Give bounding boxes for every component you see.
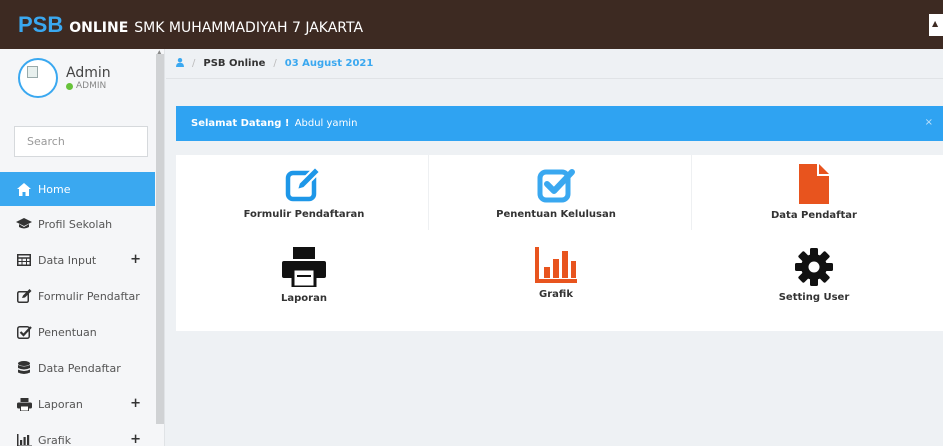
sidebar-item-label: Data Input bbox=[38, 253, 97, 267]
shortcut-panel: Formulir Pendaftaran Penentuan Kelulusan… bbox=[176, 155, 943, 331]
tile-setting-user[interactable]: Setting User bbox=[754, 248, 874, 303]
brand-school-name: SMK MUHAMMADIYAH 7 JAKARTA bbox=[134, 19, 364, 36]
tile-label: Grafik bbox=[539, 289, 573, 300]
divider bbox=[428, 155, 429, 230]
user-icon[interactable] bbox=[176, 57, 184, 70]
alert-user-name: Abdul yamin bbox=[294, 118, 358, 129]
check-square-icon bbox=[537, 169, 575, 203]
tile-penentuan-kelulusan[interactable]: Penentuan Kelulusan bbox=[496, 167, 616, 220]
sidebar-item-label: Home bbox=[38, 182, 71, 196]
tile-grafik[interactable]: Grafik bbox=[496, 247, 616, 300]
user-name: Admin bbox=[66, 65, 111, 81]
sidebar-scrollbar[interactable] bbox=[156, 54, 164, 424]
expand-plus-icon[interactable]: + bbox=[130, 396, 141, 411]
home-icon bbox=[16, 182, 32, 196]
edit-icon bbox=[16, 289, 32, 303]
tile-label: Formulir Pendaftaran bbox=[243, 209, 365, 220]
graduation-cap-icon bbox=[16, 218, 32, 230]
sidebar-item-grafik[interactable]: Grafik + bbox=[0, 422, 155, 446]
breadcrumb-item-psb-online[interactable]: PSB Online bbox=[203, 58, 265, 69]
print-icon bbox=[16, 397, 32, 411]
breadcrumb: / PSB Online / 03 August 2021 bbox=[166, 49, 943, 79]
top-navbar: PSB ONLINE SMK MUHAMMADIYAH 7 JAKARTA bbox=[0, 0, 943, 49]
breadcrumb-separator: / bbox=[192, 58, 196, 69]
sidebar-item-home[interactable]: Home bbox=[0, 172, 155, 206]
sidebar-nav: Home Profil Sekolah Data Input + Formuli… bbox=[0, 172, 155, 446]
avatar bbox=[18, 58, 58, 98]
tile-label: Setting User bbox=[778, 292, 850, 303]
check-square-icon bbox=[16, 325, 32, 339]
close-icon[interactable]: × bbox=[925, 117, 933, 128]
sidebar-item-laporan[interactable]: Laporan + bbox=[0, 386, 155, 422]
user-menu-button[interactable] bbox=[929, 14, 943, 36]
brand-psb: PSB bbox=[18, 11, 64, 37]
expand-plus-icon[interactable]: + bbox=[130, 252, 141, 267]
user-role-label: ADMIN bbox=[76, 81, 107, 91]
edit-icon bbox=[285, 165, 322, 202]
tile-laporan[interactable]: Laporan bbox=[244, 247, 364, 304]
expand-plus-icon[interactable]: + bbox=[130, 432, 141, 446]
sidebar-item-label: Data Pendaftar bbox=[38, 361, 121, 375]
table-icon bbox=[16, 254, 32, 266]
sidebar-item-label: Formulir Pendaftar bbox=[38, 289, 140, 303]
breadcrumb-separator: / bbox=[273, 58, 277, 69]
sidebar-item-label: Laporan bbox=[38, 397, 83, 411]
alert-bold-text: Selamat Datang ! bbox=[191, 118, 290, 129]
tile-label: Laporan bbox=[281, 293, 327, 304]
search-input[interactable]: Search bbox=[14, 126, 148, 157]
tile-label: Penentuan Kelulusan bbox=[496, 209, 616, 220]
tile-label: Data Pendaftar bbox=[770, 210, 857, 221]
sidebar-item-formulir-pendaftar[interactable]: Formulir Pendaftar bbox=[0, 278, 155, 314]
sidebar-item-label: Penentuan bbox=[38, 325, 97, 339]
brand-logo[interactable]: PSB ONLINE SMK MUHAMMADIYAH 7 JAKARTA bbox=[0, 12, 363, 38]
tile-data-pendaftar[interactable]: Data Pendaftar bbox=[754, 164, 874, 221]
gear-icon bbox=[795, 248, 833, 286]
sidebar-item-data-pendaftar[interactable]: Data Pendaftar bbox=[0, 350, 155, 386]
online-status-icon bbox=[66, 82, 73, 90]
brand-online: ONLINE bbox=[69, 19, 129, 36]
file-icon bbox=[799, 164, 829, 204]
sidebar-item-data-input[interactable]: Data Input + bbox=[0, 242, 155, 278]
welcome-alert: Selamat Datang ! Abdul yamin × bbox=[176, 106, 943, 141]
sidebar-item-label: Profil Sekolah bbox=[38, 217, 113, 231]
divider bbox=[691, 155, 692, 230]
bar-chart-icon bbox=[16, 433, 32, 446]
broken-image-icon bbox=[27, 66, 38, 78]
print-icon bbox=[282, 247, 326, 287]
breadcrumb-date: 03 August 2021 bbox=[284, 58, 374, 69]
tile-formulir-pendaftaran[interactable]: Formulir Pendaftaran bbox=[244, 165, 364, 220]
sidebar-item-penentuan[interactable]: Penentuan bbox=[0, 314, 155, 350]
bar-chart-icon bbox=[535, 247, 577, 283]
user-role: ADMIN bbox=[66, 81, 111, 91]
user-panel: Admin ADMIN bbox=[18, 58, 111, 98]
database-icon bbox=[16, 361, 32, 375]
sidebar-item-label: Grafik bbox=[38, 433, 72, 446]
sidebar-item-profil-sekolah[interactable]: Profil Sekolah bbox=[0, 206, 155, 242]
